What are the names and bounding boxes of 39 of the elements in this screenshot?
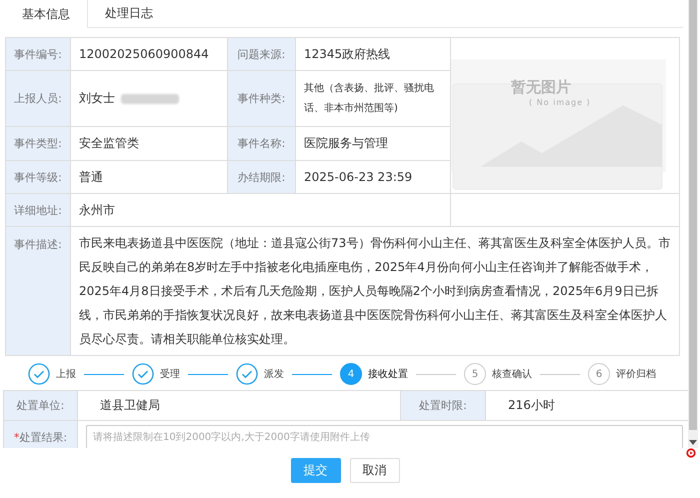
result-field[interactable]: 请将描述限制在10到2000字以内,大于2000字请使用附件上传	[86, 425, 683, 448]
step-label: 评价归档	[616, 368, 656, 381]
field-value: 医院服务与管理	[296, 127, 451, 161]
field-label: 处置单位:	[4, 391, 78, 421]
field-label: 事件编号:	[6, 38, 71, 71]
step-label: 派发	[264, 368, 284, 381]
placeholder-title: 暂无图片	[511, 78, 571, 97]
step-number: 6	[588, 363, 610, 385]
field-value: 其他（含表扬、批评、骚扰电话、非本市州范围等)	[296, 71, 451, 127]
field-label: 处置时限:	[401, 391, 486, 421]
field-label: 上报人员:	[6, 71, 71, 127]
step-label: 受理	[160, 368, 180, 381]
step-label: 接收处置	[368, 368, 408, 381]
field-label: 事件种类:	[228, 71, 296, 127]
field-value: 刘女士	[79, 90, 115, 107]
placeholder-subtitle: ( No image )	[529, 98, 591, 107]
field-label: *处置结果:	[4, 421, 78, 448]
field-label: 事件等级:	[6, 161, 71, 194]
field-label: 事件描述:	[6, 227, 71, 356]
field-label: 问题来源:	[228, 38, 296, 71]
field-label: 办结期限:	[228, 161, 296, 194]
step-number: 5	[464, 363, 486, 385]
step-label: 核查确认	[492, 368, 532, 381]
record-icon[interactable]	[686, 448, 696, 458]
down-arrow-icon[interactable]	[689, 440, 697, 445]
scrollbar[interactable]	[688, 0, 698, 448]
field-value: 12345政府热线	[296, 38, 451, 71]
field-label: 事件名称:	[228, 127, 296, 161]
field-value: 道县卫健局	[78, 391, 401, 421]
description-text: 市民来电表扬道县中医医院（地址：道县寇公街73号）骨伤科何小山主任、蒋其富医生及科室全体医护人员。市民反映自己的弟弟在8岁时左手中指被老化电插座电伤，2025年4月份向何小山主任咨询并了解能否做手术，2025年4月8日接受手术，术后有几天危险期，医护人员每晚隔2个小时到病房查看情况，2025年6月9日已拆线，市民弟弟的手指恢复状况良好，故来电表扬道县中医医院骨伤科何小山主任、蒋其富医生及科室全体医护人员尽心尽责。请相关职能单位核实处理。	[71, 227, 680, 356]
step-number: 4	[340, 363, 362, 385]
field-label: 事件类型:	[6, 127, 71, 161]
cancel-button[interactable]: 取消	[350, 458, 400, 483]
field-value: 永州市	[71, 194, 451, 227]
step-label: 上报	[56, 368, 76, 381]
field-label: 详细地址:	[6, 194, 71, 227]
tab[interactable]: 处理日志	[87, 0, 170, 28]
field-value: 2025-06-23 23:59	[296, 161, 451, 194]
redaction-bar	[121, 94, 179, 104]
